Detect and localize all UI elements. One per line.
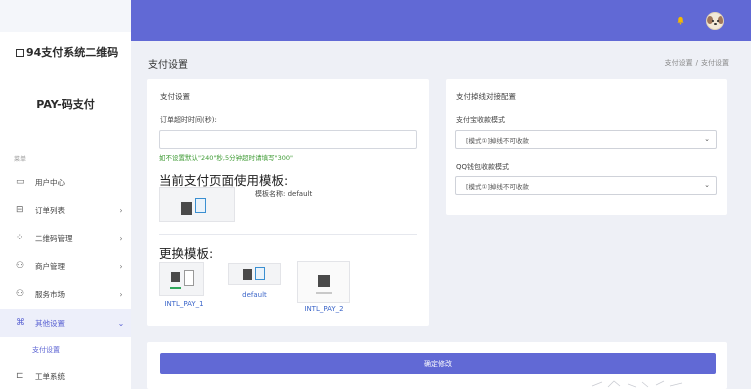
preview-qr [318,275,330,287]
sidebar-item-label: 订单列表 [35,205,65,215]
sidebar-item-label: 商户管理 [35,261,65,271]
preview-phone [181,202,192,215]
sidebar-item-tickets[interactable]: ⊏ 工单系统 [0,362,131,389]
users-icon: ⚇ [16,289,25,299]
chevron-down-icon: ⌄ [117,318,125,328]
breadcrumb-item[interactable]: 支付设置 [665,59,693,67]
avatar-eye-left [712,20,714,22]
sidebar-item-label: 其他设置 [35,318,65,328]
template-label-intl-pay-2[interactable]: INTL_PAY_2 [295,305,353,313]
current-template-name: 模板名称: default [255,190,313,198]
pay-settings-card: 支付设置 订单超时时间(秒): 如不设置默认"240"秒,5分钟超时请填写"30… [147,79,429,326]
qq-mode-value: [模式①]掉线不可收款 [466,182,529,191]
sidebar-item-orders[interactable]: ⊟ 订单列表 › [0,196,131,224]
sidebar-item-label: 二维码管理 [35,233,73,243]
list-icon: ⊟ [16,205,24,215]
chevron-right-icon: › [119,233,123,243]
template-thumb-intl-pay-2[interactable] [297,261,350,303]
preview-phone [184,270,194,286]
change-template-heading: 更换模板: [159,246,214,261]
avatar-nose [714,23,717,25]
sidebar-item-market[interactable]: ⚇ 服务市场 › [0,280,131,308]
page-title: 支付设置 [148,60,188,71]
current-template-preview [159,187,235,222]
qrcode-icon: ⁘ [16,233,24,243]
bell-icon[interactable] [676,16,685,25]
preview-bar [316,292,332,294]
card-title: 支付掉线对接配置 [456,92,516,101]
sidebar-item-label: 工单系统 [35,371,65,381]
monitor-icon: ▭ [16,177,25,187]
timeout-label: 订单超时时间(秒): [160,116,217,124]
disconnect-config-card: 支付掉线对接配置 支付宝收款模式 [模式①]掉线不可收款 ⌄ QQ钱包收款模式 … [446,79,727,215]
timeout-input[interactable] [159,130,417,149]
preview-card [195,198,206,213]
qq-mode-select[interactable]: [模式①]掉线不可收款 ⌄ [455,176,717,195]
preview-card [255,267,265,280]
sidebar-item-user-center[interactable]: ▭ 用户中心 [0,168,131,196]
brand-label: 94支付系统二维码 [26,46,119,59]
sidebar-item-qrcode[interactable]: ⁘ 二维码管理 › [0,224,131,252]
timeout-hint: 如不设置默认"240"秒,5分钟超时请填写"300" [159,154,293,162]
menu-caption: 菜单 [14,156,27,163]
watermark-scribble [591,380,683,388]
chevron-down-icon: ⌄ [704,135,710,143]
preview-phone [243,269,252,280]
sidebar: 94支付系统二维码 PAY-码支付 菜单 ▭ 用户中心 ⊟ 订单列表 › ⁘ 二… [0,0,131,389]
card-title: 支付设置 [160,92,190,101]
preview-qr [171,272,180,282]
ticket-icon: ⊏ [16,371,24,381]
breadcrumb-separator: / [695,59,698,67]
alipay-mode-select[interactable]: [模式①]掉线不可收款 ⌄ [455,130,717,149]
alipay-mode-value: [模式①]掉线不可收款 [466,136,529,145]
breadcrumb: 支付设置 / 支付设置 [665,58,729,68]
breadcrumb-item-current: 支付设置 [701,59,729,67]
chevron-down-icon: ⌄ [704,181,710,189]
sidebar-corner [0,0,131,32]
qq-mode-label: QQ钱包收款模式 [456,163,510,171]
chevron-right-icon: › [119,289,123,299]
template-thumb-intl-pay-1[interactable] [159,262,204,296]
template-label-intl-pay-1[interactable]: INTL_PAY_1 [159,300,209,308]
page-header: 支付设置 支付设置 / 支付设置 [131,41,751,79]
template-label-default[interactable]: default [228,291,281,299]
sidebar-item-label: 服务市场 [35,289,65,299]
divider [159,234,417,235]
logo-square-icon [16,49,24,57]
brand-logo[interactable]: 94支付系统二维码 [16,44,118,60]
sidebar-item-other-settings[interactable]: ⌘ 其他设置 ⌄ [0,309,131,337]
app-name: PAY-码支付 [36,98,95,111]
avatar[interactable] [706,12,724,30]
command-icon: ⌘ [16,318,25,328]
users-icon: ⚇ [16,261,25,271]
alipay-mode-label: 支付宝收款模式 [456,116,505,124]
sidebar-item-merchants[interactable]: ⚇ 商户管理 › [0,252,131,280]
sidebar-subitem-pay-settings[interactable]: 支付设置 [0,339,131,361]
sidebar-item-label: 用户中心 [35,177,65,187]
preview-bar [170,287,181,289]
confirm-button[interactable]: 确定修改 [160,353,716,374]
top-header [131,0,751,41]
chevron-right-icon: › [119,261,123,271]
chevron-right-icon: › [119,205,123,215]
template-thumb-default[interactable] [228,263,281,285]
avatar-eye-right [717,20,719,22]
